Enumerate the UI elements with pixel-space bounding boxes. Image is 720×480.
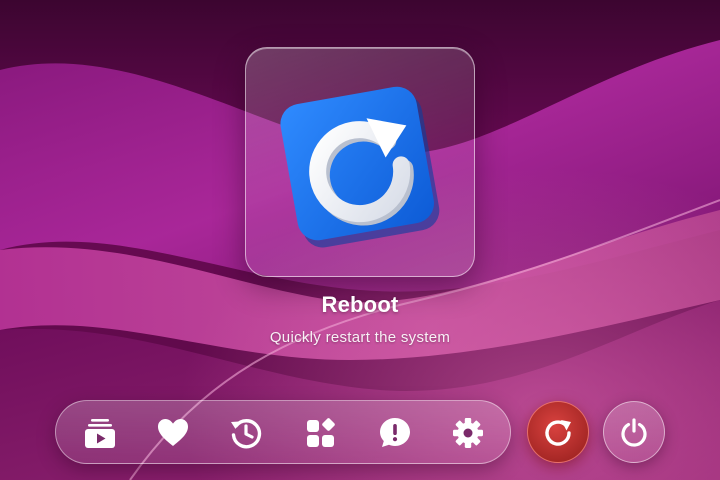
reboot-app-tile[interactable] xyxy=(245,47,475,277)
dock xyxy=(55,400,511,464)
power-icon xyxy=(621,418,647,447)
apps-grid-icon[interactable] xyxy=(301,413,341,453)
favorites-heart-icon[interactable] xyxy=(153,413,193,453)
app-title: Reboot xyxy=(321,292,399,317)
reboot-icon xyxy=(280,86,440,248)
history-icon[interactable] xyxy=(226,413,266,453)
settings-gear-icon[interactable] xyxy=(448,413,488,453)
app-description: Quickly restart the system xyxy=(269,329,451,346)
home-screen: Reboot Quickly restart the system xyxy=(0,0,720,480)
feedback-icon[interactable] xyxy=(375,413,415,453)
reboot-icon xyxy=(545,420,571,446)
reboot-button[interactable] xyxy=(527,401,589,463)
media-library-icon[interactable] xyxy=(80,413,120,453)
power-button[interactable] xyxy=(603,401,665,463)
